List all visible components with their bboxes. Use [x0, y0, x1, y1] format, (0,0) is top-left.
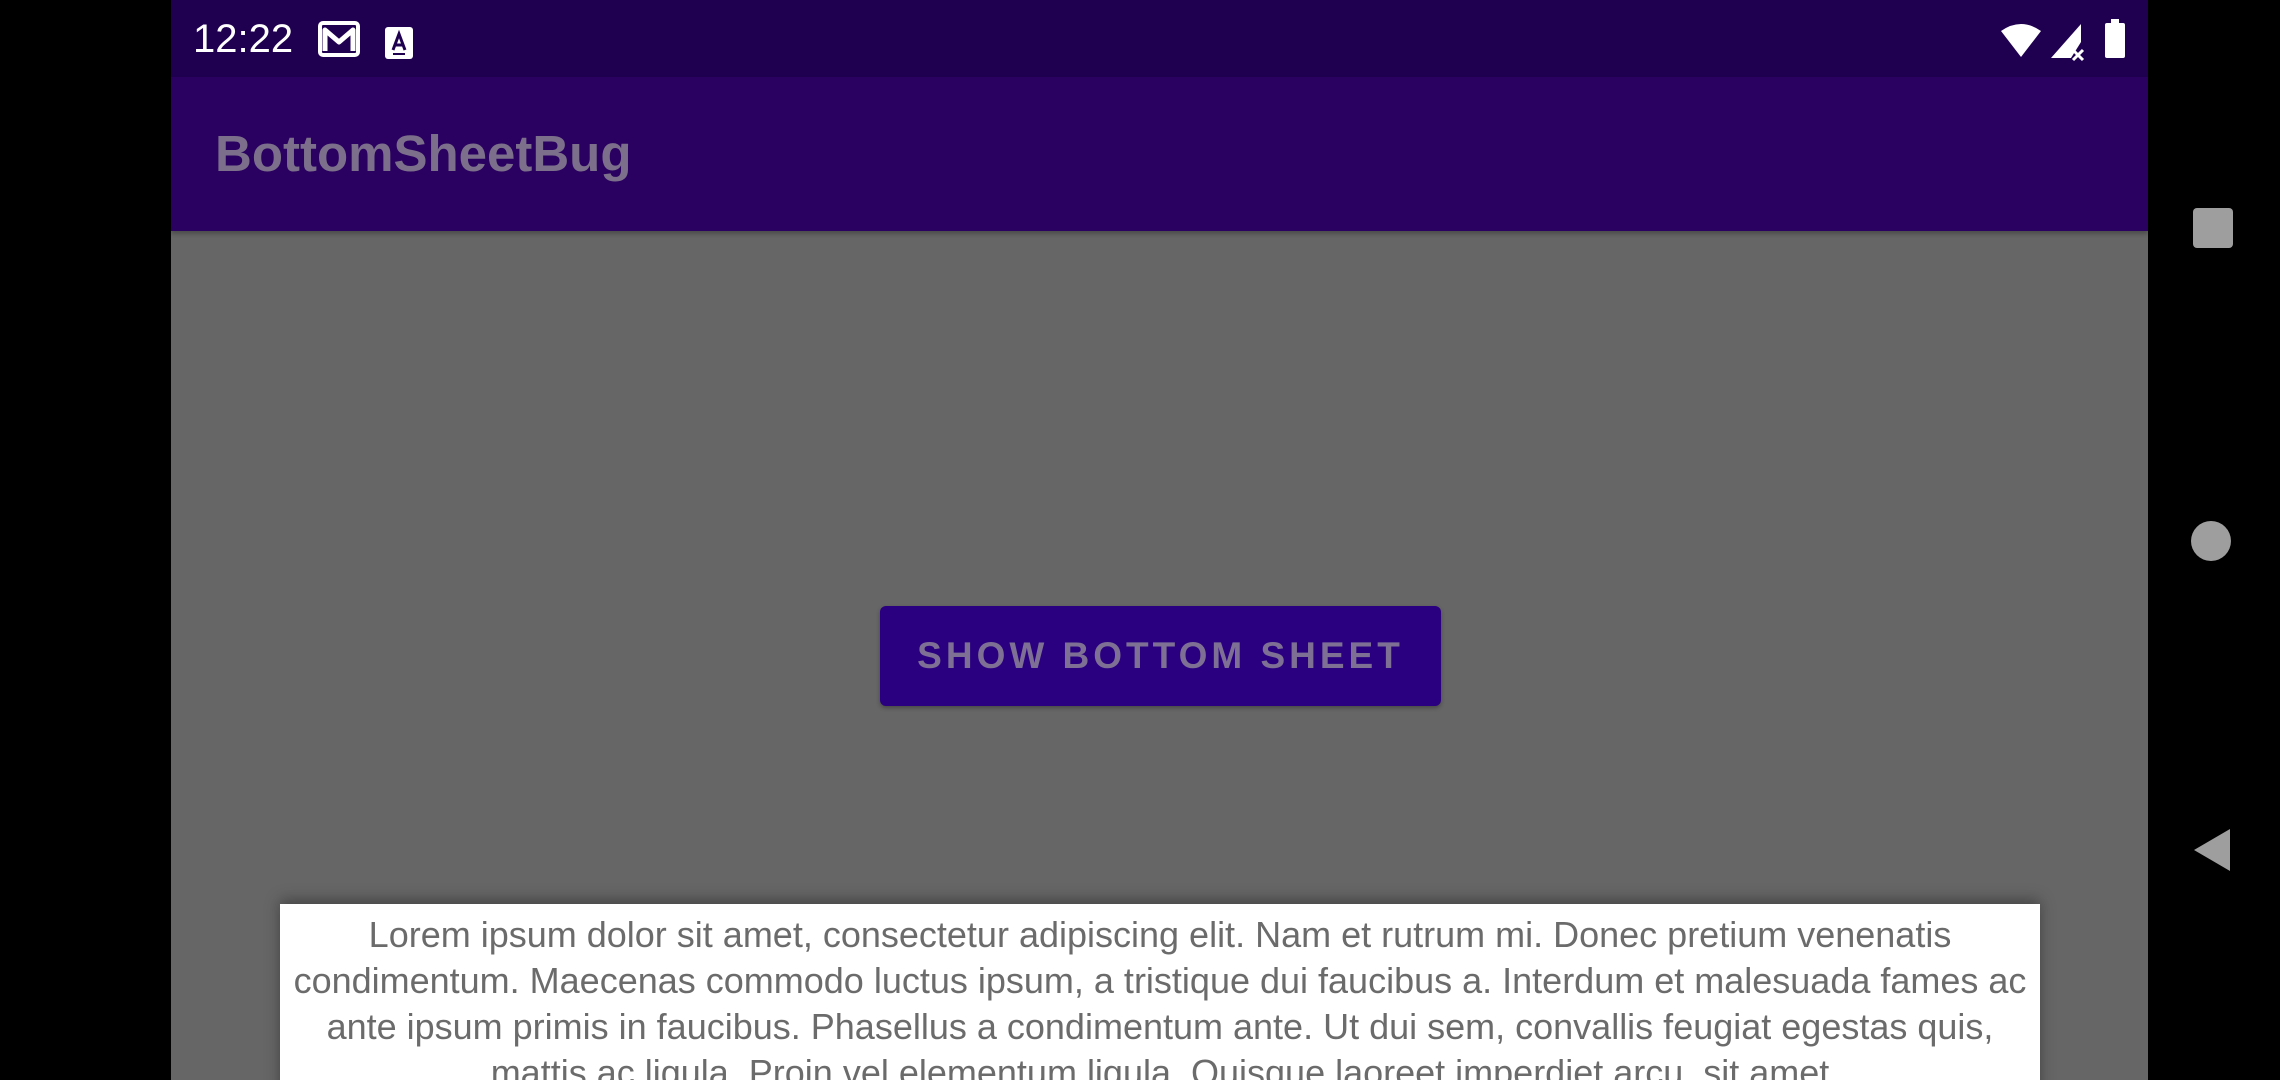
home-icon[interactable]: [2190, 520, 2232, 562]
app-title: BottomSheetBug: [215, 125, 632, 182]
show-bottom-sheet-button[interactable]: SHOW BOTTOM SHEET: [880, 606, 1441, 706]
app-bar: BottomSheetBug: [171, 77, 2148, 231]
navigation-bar: [2148, 0, 2280, 1080]
app-screen: 12:22 BottomSheetBug SHOW BOTTOM SHEET L…: [171, 0, 2148, 1080]
a-notification-icon: [385, 27, 413, 59]
cell-signal-icon: [2051, 24, 2085, 62]
battery-icon: [2105, 19, 2125, 58]
bottom-sheet[interactable]: Lorem ipsum dolor sit amet, consectetur …: [280, 904, 2040, 1080]
status-bar: 12:22: [171, 0, 2148, 77]
gmail-icon: [318, 21, 360, 57]
show-bottom-sheet-button-label: SHOW BOTTOM SHEET: [917, 635, 1404, 676]
wifi-icon: [2001, 24, 2041, 57]
back-icon[interactable]: [2192, 827, 2232, 873]
recents-icon[interactable]: [2193, 208, 2233, 248]
bottom-sheet-text: Lorem ipsum dolor sit amet, consectetur …: [293, 914, 2027, 1080]
status-time: 12:22: [193, 17, 294, 61]
